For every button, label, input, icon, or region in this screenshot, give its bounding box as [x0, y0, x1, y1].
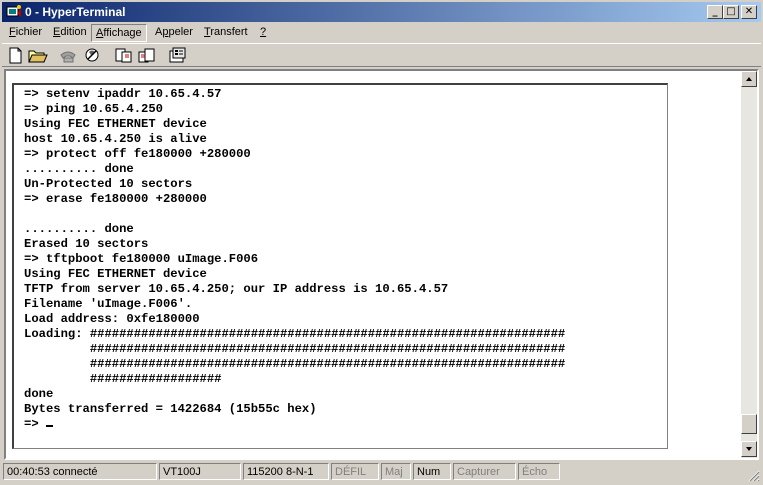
status-caps: Maj	[381, 463, 411, 480]
menu-fichier-label: ichier	[15, 26, 43, 38]
terminal-line: Load address: 0xfe180000	[24, 312, 200, 326]
menu-appeler[interactable]: Appeler	[151, 24, 197, 40]
terminal-line: TFTP from server 10.65.4.250; our IP add…	[24, 282, 449, 296]
title-bar[interactable]: 0 - HyperTerminal _ □ ✕	[2, 2, 761, 22]
hyperterminal-app-icon[interactable]	[6, 4, 22, 20]
scroll-down-arrow-icon	[746, 447, 752, 451]
terminal-screen[interactable]: => setenv ipaddr 10.65.4.57 => ping 10.65…	[12, 83, 668, 449]
text-cursor	[45, 425, 53, 427]
status-settings: 115200 8-N-1	[243, 463, 329, 480]
hyperterminal-window: 0 - HyperTerminal _ □ ✕ Fichier Edition …	[0, 0, 763, 485]
terminal-line: => setenv ipaddr 10.65.4.57	[24, 87, 222, 101]
menu-help[interactable]: ?	[256, 24, 270, 40]
scroll-up-arrow-icon	[746, 77, 752, 81]
properties-icon[interactable]	[167, 46, 188, 65]
close-button[interactable]: ✕	[741, 5, 757, 19]
open-folder-icon[interactable]	[27, 46, 48, 65]
terminal-line: => ping 10.65.4.250	[24, 102, 163, 116]
terminal-line: Un-Protected 10 sectors	[24, 177, 193, 191]
scroll-up-button[interactable]	[741, 71, 757, 87]
terminal-line: Loading: ###############################…	[24, 327, 566, 341]
status-num: Num	[413, 463, 451, 480]
terminal-line: Using FEC ETHERNET device	[24, 117, 207, 131]
toolbar	[2, 43, 761, 67]
terminal-line: Filename 'uImage.F006'.	[24, 297, 193, 311]
terminal-line: Bytes transferred = 1422684 (15b55c hex)	[24, 402, 317, 416]
scroll-down-button[interactable]	[741, 441, 757, 457]
status-scroll: DÉFIL	[331, 463, 379, 480]
terminal-line: .......... done	[24, 222, 134, 236]
terminal-line: ########################################…	[24, 357, 566, 371]
menu-fichier-accel: F	[9, 26, 16, 38]
menu-affichage[interactable]: Affichage	[91, 24, 147, 42]
terminal-prompt: =>	[24, 417, 46, 431]
terminal-line: done	[24, 387, 54, 401]
menu-affichage-label: ffichage	[103, 27, 142, 39]
status-bar: 00:40:53 connecté VT100J 115200 8-N-1 DÉ…	[2, 462, 761, 483]
menu-transfert-label: ransfert	[210, 26, 248, 38]
call-icon[interactable]	[58, 46, 79, 65]
terminal-line: => protect off fe180000 +280000	[24, 147, 251, 161]
status-connected: 00:40:53 connecté	[3, 463, 157, 480]
menu-edition-label: dition	[60, 26, 87, 38]
menu-transfert[interactable]: Transfert	[200, 24, 252, 40]
minimize-button[interactable]: _	[707, 5, 723, 19]
terminal-output: => setenv ipaddr 10.65.4.57 => ping 10.65…	[24, 87, 565, 432]
terminal-prompt-line: =>	[24, 417, 565, 432]
menu-edition[interactable]: Edition	[49, 24, 91, 40]
status-emulation: VT100J	[159, 463, 241, 480]
vertical-scrollbar[interactable]	[741, 71, 757, 458]
new-document-icon[interactable]	[5, 46, 26, 65]
receive-icon[interactable]	[136, 46, 157, 65]
window-title: 0 - HyperTerminal	[25, 5, 126, 19]
terminal-line: host 10.65.4.250 is alive	[24, 132, 207, 146]
terminal-line: .......... done	[24, 162, 134, 176]
scroll-thumb[interactable]	[741, 414, 757, 434]
status-capture: Capturer	[453, 463, 516, 480]
resize-grip-icon[interactable]	[748, 470, 760, 482]
maximize-button[interactable]: □	[723, 5, 739, 19]
terminal-line: => erase fe180000 +280000	[24, 192, 207, 206]
menu-appeler-label: peler	[168, 26, 193, 38]
terminal-area[interactable]: => setenv ipaddr 10.65.4.57 => ping 10.65…	[4, 69, 759, 460]
status-echo: Écho	[518, 463, 560, 480]
disconnect-icon[interactable]	[82, 46, 103, 65]
terminal-line: ########################################…	[24, 342, 566, 356]
send-icon[interactable]	[113, 46, 134, 65]
terminal-line: Using FEC ETHERNET device	[24, 267, 207, 281]
menu-bar: Fichier Edition Affichage Appeler Transf…	[2, 23, 761, 42]
menu-fichier[interactable]: Fichier	[5, 24, 46, 40]
menu-help-accel: ?	[260, 26, 267, 38]
terminal-line: ##################	[24, 372, 222, 386]
terminal-line: => tftpboot fe180000 uImage.F006	[24, 252, 259, 266]
terminal-line: Erased 10 sectors	[24, 237, 149, 251]
